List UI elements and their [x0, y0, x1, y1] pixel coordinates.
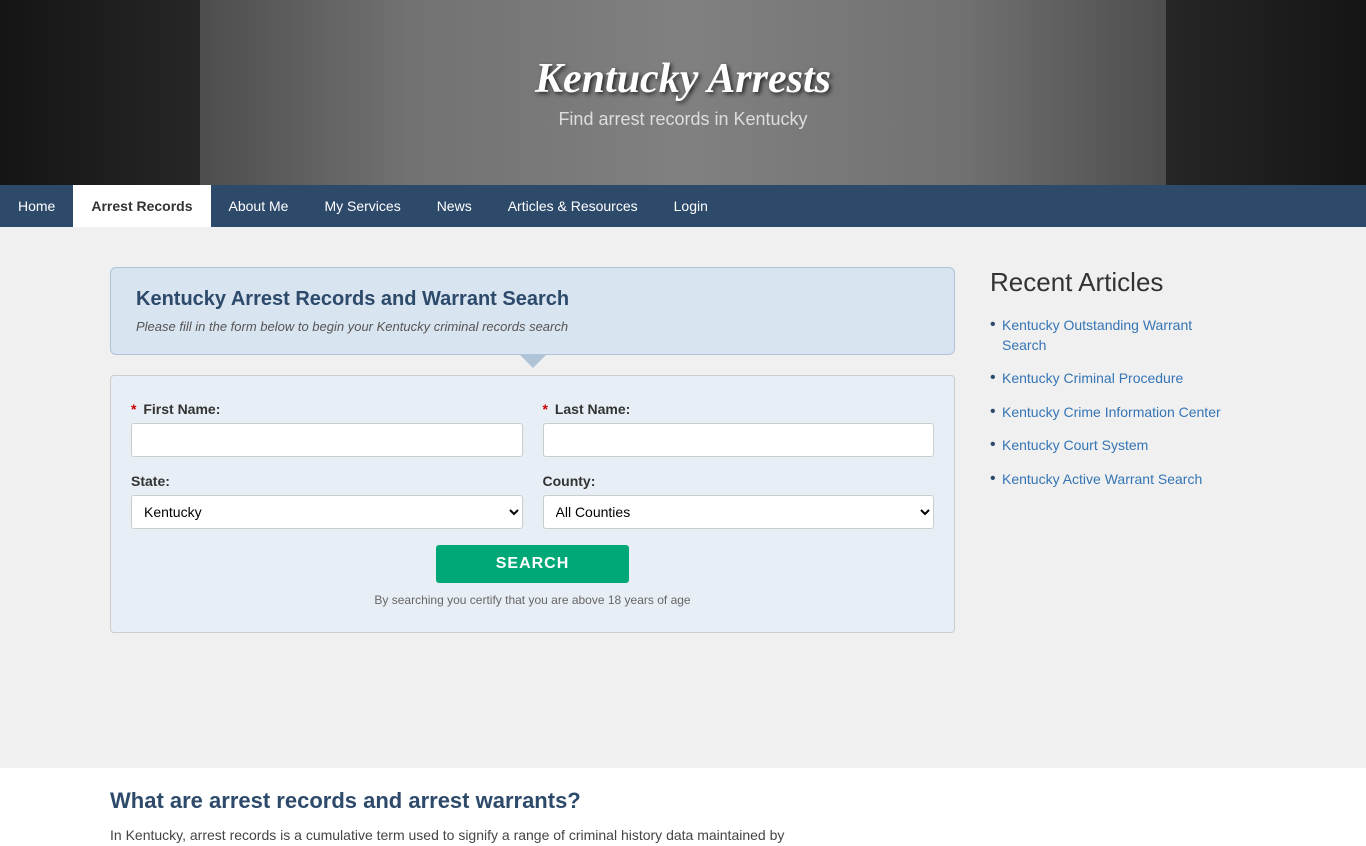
nav-item-login[interactable]: Login: [656, 185, 726, 227]
sidebar-link-criminal-procedure[interactable]: Kentucky Criminal Procedure: [1002, 370, 1183, 386]
first-name-label-text: First Name:: [143, 401, 220, 417]
list-item: Kentucky Court System: [990, 436, 1235, 456]
state-label: State:: [131, 473, 523, 489]
sidebar-list: Kentucky Outstanding Warrant Search Kent…: [990, 316, 1235, 490]
site-subtitle: Find arrest records in Kentucky: [535, 109, 831, 130]
search-box-header: Kentucky Arrest Records and Warrant Sear…: [110, 267, 955, 355]
location-row: State: Kentucky County: All Counties Ada…: [131, 473, 934, 529]
nav-item-home[interactable]: Home: [0, 185, 73, 227]
nav-item-my-services[interactable]: My Services: [306, 185, 418, 227]
last-name-input[interactable]: [543, 423, 935, 457]
main-content: Kentucky Arrest Records and Warrant Sear…: [0, 247, 975, 748]
first-name-group: * First Name:: [131, 401, 523, 457]
bottom-title: What are arrest records and arrest warra…: [110, 788, 1256, 814]
header-right-overlay: [1166, 0, 1366, 185]
first-name-input[interactable]: [131, 423, 523, 457]
sidebar-link-crime-information[interactable]: Kentucky Crime Information Center: [1002, 404, 1221, 420]
search-button-wrap: SEARCH: [131, 545, 934, 583]
first-name-required: *: [131, 401, 136, 417]
sidebar-title: Recent Articles: [990, 267, 1235, 298]
header-left-overlay: [0, 0, 200, 185]
last-name-required: *: [543, 401, 548, 417]
name-row: * First Name: * Last Name:: [131, 401, 934, 457]
bottom-section: What are arrest records and arrest warra…: [0, 768, 1366, 846]
first-name-label: * First Name:: [131, 401, 523, 417]
state-group: State: Kentucky: [131, 473, 523, 529]
search-form-container: * First Name: * Last Name: State:: [110, 375, 955, 633]
search-button[interactable]: SEARCH: [436, 545, 630, 583]
search-box-title: Kentucky Arrest Records and Warrant Sear…: [136, 288, 929, 311]
last-name-label: * Last Name:: [543, 401, 935, 417]
main-navigation: Home Arrest Records About Me My Services…: [0, 185, 1366, 227]
last-name-group: * Last Name:: [543, 401, 935, 457]
search-disclaimer: By searching you certify that you are ab…: [131, 593, 934, 607]
nav-item-arrest-records[interactable]: Arrest Records: [73, 185, 210, 227]
site-header: Kentucky Arrests Find arrest records in …: [0, 0, 1366, 185]
county-label: County:: [543, 473, 935, 489]
list-item: Kentucky Crime Information Center: [990, 403, 1235, 423]
county-select[interactable]: All Counties Adair Allen Anderson Ballar…: [543, 495, 935, 529]
search-box-subtitle: Please fill in the form below to begin y…: [136, 319, 929, 334]
last-name-label-text: Last Name:: [555, 401, 630, 417]
sidebar: Recent Articles Kentucky Outstanding War…: [975, 247, 1255, 748]
state-select[interactable]: Kentucky: [131, 495, 523, 529]
list-item: Kentucky Active Warrant Search: [990, 470, 1235, 490]
sidebar-link-court-system[interactable]: Kentucky Court System: [1002, 437, 1148, 453]
sidebar-link-outstanding-warrant[interactable]: Kentucky Outstanding Warrant Search: [1002, 317, 1192, 353]
main-layout: Kentucky Arrest Records and Warrant Sear…: [0, 227, 1366, 768]
header-text: Kentucky Arrests Find arrest records in …: [535, 55, 831, 130]
nav-item-about-me[interactable]: About Me: [211, 185, 307, 227]
site-title: Kentucky Arrests: [535, 55, 831, 103]
list-item: Kentucky Criminal Procedure: [990, 369, 1235, 389]
county-group: County: All Counties Adair Allen Anderso…: [543, 473, 935, 529]
nav-item-news[interactable]: News: [419, 185, 490, 227]
sidebar-link-active-warrant[interactable]: Kentucky Active Warrant Search: [1002, 471, 1202, 487]
nav-item-articles-resources[interactable]: Articles & Resources: [490, 185, 656, 227]
bottom-text: In Kentucky, arrest records is a cumulat…: [110, 824, 1256, 846]
list-item: Kentucky Outstanding Warrant Search: [990, 316, 1235, 355]
